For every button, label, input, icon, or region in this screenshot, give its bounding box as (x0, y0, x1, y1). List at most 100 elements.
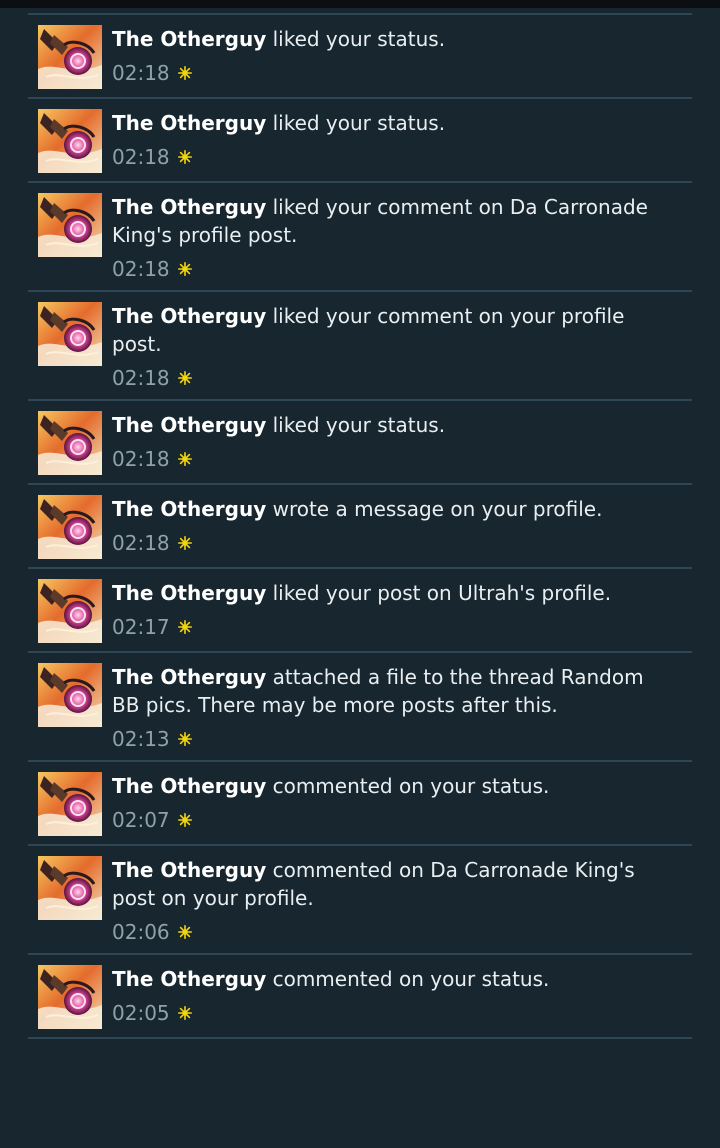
avatar[interactable] (38, 965, 102, 1029)
list-divider (28, 1037, 692, 1039)
notification-text: The Otherguy liked your status. (112, 109, 672, 137)
notification-meta: 02:07 (112, 807, 672, 833)
notification-text: The Otherguy attached a file to the thre… (112, 663, 672, 719)
notification-time: 02:07 (112, 808, 170, 832)
notification-meta: 02:17 (112, 614, 672, 640)
avatar-image (38, 193, 102, 257)
notification-meta: 02:18 (112, 60, 672, 86)
avatar[interactable] (38, 25, 102, 89)
notification-action: commented on your status. (266, 774, 550, 798)
new-star-icon (177, 150, 192, 164)
notification-text: The Otherguy liked your post on Ultrah's… (112, 579, 672, 607)
notification-body: The Otherguy commented on your status. 0… (112, 772, 672, 833)
notification-text: The Otherguy liked your status. (112, 25, 672, 53)
notification-action: liked your status. (266, 27, 446, 51)
notification-meta: 02:05 (112, 1000, 672, 1026)
username-link[interactable]: The Otherguy (112, 497, 266, 521)
notification-body: The Otherguy attached a file to the thre… (112, 663, 672, 752)
avatar-image (38, 495, 102, 559)
avatar[interactable] (38, 579, 102, 643)
notification-item[interactable]: The Otherguy liked your post on Ultrah's… (28, 567, 692, 651)
notification-body: The Otherguy liked your post on Ultrah's… (112, 579, 672, 640)
notification-item[interactable]: The Otherguy commented on your status. 0… (28, 953, 692, 1037)
notification-action: liked your status. (266, 111, 446, 135)
avatar-image (38, 25, 102, 89)
notification-meta: 02:13 (112, 726, 672, 752)
notification-action: commented on your status. (266, 967, 550, 991)
username-link[interactable]: The Otherguy (112, 27, 266, 51)
notification-body: The Otherguy liked your comment on Da Ca… (112, 193, 672, 282)
avatar[interactable] (38, 411, 102, 475)
notification-body: The Otherguy liked your comment on your … (112, 302, 672, 391)
top-status-bar (0, 0, 720, 8)
notification-action: liked your post on Ultrah's profile. (266, 581, 612, 605)
notification-meta: 02:18 (112, 530, 672, 556)
notification-item[interactable]: The Otherguy liked your comment on Da Ca… (28, 181, 692, 290)
username-link[interactable]: The Otherguy (112, 581, 266, 605)
notification-meta: 02:18 (112, 446, 672, 472)
notification-text: The Otherguy commented on your status. (112, 772, 672, 800)
new-star-icon (177, 620, 192, 634)
notification-body: The Otherguy commented on your status. 0… (112, 965, 672, 1026)
notification-text: The Otherguy wrote a message on your pro… (112, 495, 672, 523)
notification-time: 02:18 (112, 366, 170, 390)
notification-action: liked your status. (266, 413, 446, 437)
new-star-icon (177, 732, 192, 746)
notification-item[interactable]: The Otherguy liked your status. 02:18 (28, 399, 692, 483)
avatar-image (38, 411, 102, 475)
notification-item[interactable]: The Otherguy wrote a message on your pro… (28, 483, 692, 567)
new-star-icon (177, 66, 192, 80)
avatar[interactable] (38, 663, 102, 727)
notification-body: The Otherguy liked your status. 02:18 (112, 411, 672, 472)
notification-time: 02:18 (112, 531, 170, 555)
notification-meta: 02:06 (112, 919, 672, 945)
new-star-icon (177, 452, 192, 466)
avatar[interactable] (38, 495, 102, 559)
notification-meta: 02:18 (112, 256, 672, 282)
avatar-image (38, 663, 102, 727)
new-star-icon (177, 536, 192, 550)
notification-item[interactable]: The Otherguy commented on Da Carronade K… (28, 844, 692, 953)
avatar[interactable] (38, 193, 102, 257)
username-link[interactable]: The Otherguy (112, 858, 266, 882)
notification-body: The Otherguy liked your status. 02:18 (112, 25, 672, 86)
new-star-icon (177, 262, 192, 276)
notification-item[interactable]: The Otherguy liked your status. 02:18 (28, 13, 692, 97)
username-link[interactable]: The Otherguy (112, 774, 266, 798)
notification-time: 02:05 (112, 1001, 170, 1025)
notification-text: The Otherguy liked your status. (112, 411, 672, 439)
notification-time: 02:18 (112, 61, 170, 85)
notification-text: The Otherguy commented on your status. (112, 965, 672, 993)
new-star-icon (177, 925, 192, 939)
avatar-image (38, 109, 102, 173)
notification-meta: 02:18 (112, 144, 672, 170)
notification-time: 02:06 (112, 920, 170, 944)
notification-body: The Otherguy commented on Da Carronade K… (112, 856, 672, 945)
notification-item[interactable]: The Otherguy commented on your status. 0… (28, 760, 692, 844)
notification-text: The Otherguy liked your comment on your … (112, 302, 672, 358)
avatar-image (38, 579, 102, 643)
username-link[interactable]: The Otherguy (112, 111, 266, 135)
username-link[interactable]: The Otherguy (112, 967, 266, 991)
avatar[interactable] (38, 772, 102, 836)
username-link[interactable]: The Otherguy (112, 195, 266, 219)
notification-item[interactable]: The Otherguy liked your comment on your … (28, 290, 692, 399)
notification-item[interactable]: The Otherguy attached a file to the thre… (28, 651, 692, 760)
notification-time: 02:13 (112, 727, 170, 751)
new-star-icon (177, 1006, 192, 1020)
avatar[interactable] (38, 856, 102, 920)
notification-body: The Otherguy liked your status. 02:18 (112, 109, 672, 170)
avatar-image (38, 302, 102, 366)
username-link[interactable]: The Otherguy (112, 665, 266, 689)
notification-item[interactable]: The Otherguy liked your status. 02:18 (28, 97, 692, 181)
avatar[interactable] (38, 302, 102, 366)
username-link[interactable]: The Otherguy (112, 304, 266, 328)
notification-time: 02:18 (112, 145, 170, 169)
notification-text: The Otherguy commented on Da Carronade K… (112, 856, 672, 912)
avatar[interactable] (38, 109, 102, 173)
avatar-image (38, 856, 102, 920)
new-star-icon (177, 813, 192, 827)
username-link[interactable]: The Otherguy (112, 413, 266, 437)
notification-list: The Otherguy liked your status. 02:18 Th… (28, 13, 692, 1039)
notification-time: 02:18 (112, 447, 170, 471)
